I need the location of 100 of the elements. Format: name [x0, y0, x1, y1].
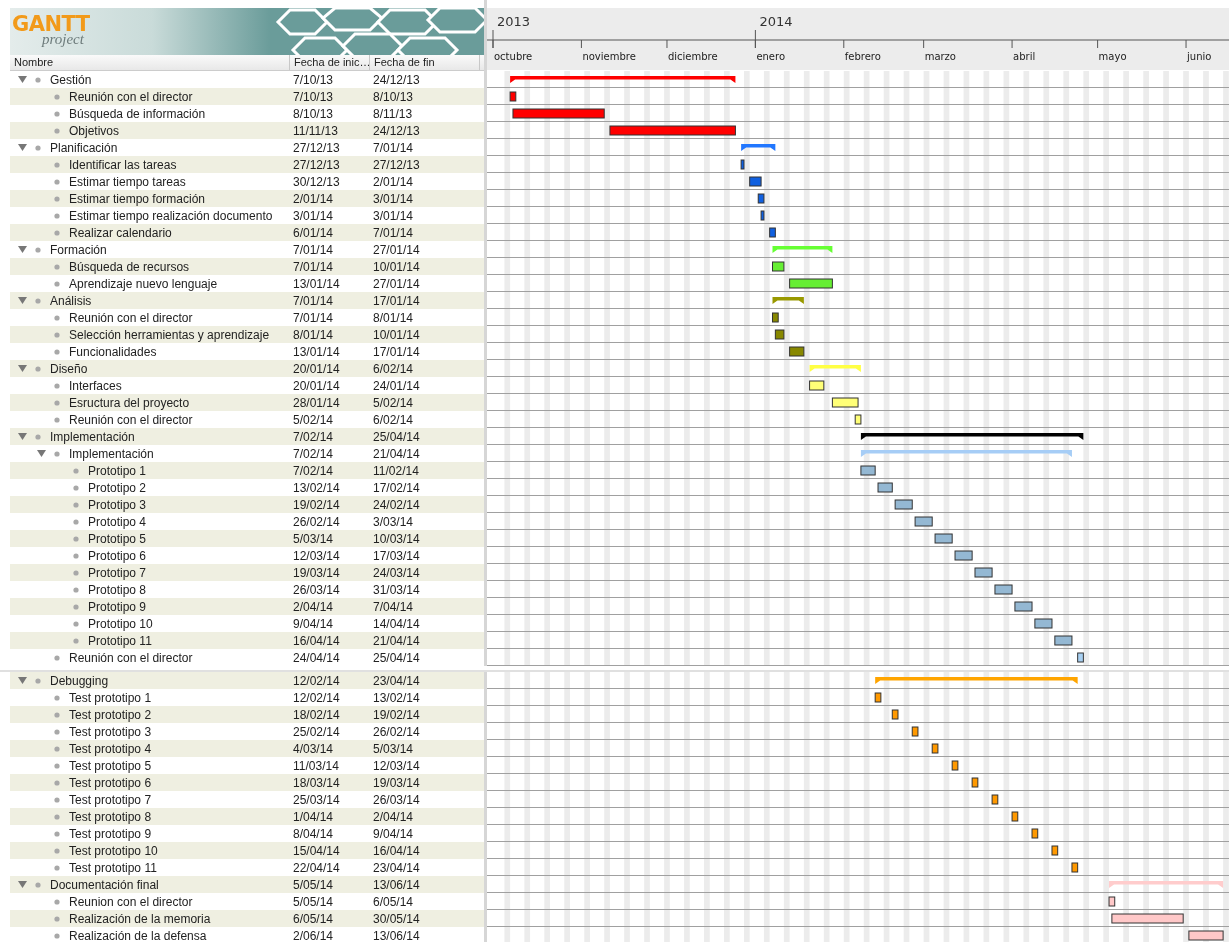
table-row[interactable]: Identificar las tareas 27/12/13 27/12/13 [10, 156, 484, 173]
task-name: Prototipo 4 [88, 514, 147, 529]
table-row[interactable]: Prototipo 7 19/03/14 24/03/14 [10, 564, 484, 581]
task-name: Prototipo 1 [88, 463, 147, 478]
task-bar[interactable] [971, 777, 979, 788]
table-row[interactable]: Test prototipo 6 18/03/14 19/03/14 [10, 774, 484, 791]
column-header[interactable]: Fecha de fin [370, 55, 480, 70]
task-name: Realización de la memoria [69, 911, 211, 926]
table-row[interactable]: Realización de la memoria 6/05/14 30/05/14 [10, 910, 484, 927]
bullet-icon [54, 280, 60, 287]
bullet-icon [54, 161, 60, 168]
task-bar[interactable] [1051, 845, 1059, 856]
table-row[interactable]: Prototipo 9 2/04/14 7/04/14 [10, 598, 484, 615]
collapse-icon[interactable] [37, 449, 46, 458]
table-row[interactable]: Test prototipo 8 1/04/14 2/04/14 [10, 808, 484, 825]
table-row[interactable]: Test prototipo 10 15/04/14 16/04/14 [10, 842, 484, 859]
task-name: Prototipo 8 [88, 582, 147, 597]
task-name: Documentación final [50, 877, 159, 892]
start-date: 12/02/14 [293, 673, 340, 688]
collapse-icon[interactable] [18, 143, 27, 152]
task-bar[interactable] [854, 414, 862, 425]
end-date: 24/12/13 [373, 72, 420, 87]
table-row[interactable]: Documentación final 5/05/14 13/06/14 [10, 876, 484, 893]
start-date: 13/01/14 [293, 276, 340, 291]
month-label: junio [1187, 51, 1212, 62]
end-date: 26/02/14 [373, 724, 420, 739]
start-date: 20/01/14 [293, 378, 340, 393]
task-bar[interactable] [1071, 862, 1079, 873]
task-bar[interactable] [757, 193, 765, 204]
task-bar[interactable] [509, 91, 517, 102]
table-row[interactable]: Reunión con el director 7/10/13 8/10/13 [10, 88, 484, 105]
task-bar[interactable] [774, 329, 785, 340]
table-row[interactable]: Estimar tiempo formación 2/01/14 3/01/14 [10, 190, 484, 207]
collapse-icon[interactable] [18, 880, 27, 889]
task-bar[interactable] [772, 261, 785, 272]
start-date: 30/12/13 [293, 174, 340, 189]
start-date: 15/04/14 [293, 843, 340, 858]
task-bar[interactable] [740, 159, 745, 170]
start-date: 11/11/13 [293, 123, 338, 138]
table-row[interactable]: Búsqueda de recursos 7/01/14 10/01/14 [10, 258, 484, 275]
start-date: 26/03/14 [293, 582, 340, 597]
task-bar[interactable] [1108, 896, 1116, 907]
summary-bar[interactable] [860, 433, 1084, 440]
collapse-icon[interactable] [18, 75, 27, 84]
task-bar[interactable] [831, 397, 859, 408]
start-date: 2/01/14 [293, 191, 334, 206]
table-row[interactable]: Test prototipo 4 4/03/14 5/03/14 [10, 740, 484, 757]
table-row[interactable]: Realizar calendario 6/01/14 7/01/14 [10, 224, 484, 241]
end-date: 30/05/14 [373, 911, 420, 926]
table-row[interactable]: Prototipo 5 5/03/14 10/03/14 [10, 530, 484, 547]
task-bar[interactable] [760, 210, 765, 221]
table-row[interactable]: Prototipo 11 16/04/14 21/04/14 [10, 632, 484, 649]
task-bar[interactable] [874, 692, 882, 703]
table-row[interactable]: Análisis 7/01/14 17/01/14 [10, 292, 484, 309]
task-bar[interactable] [789, 346, 805, 357]
task-bar[interactable] [911, 726, 919, 737]
task-bar[interactable] [772, 312, 779, 323]
collapse-icon[interactable] [18, 364, 27, 373]
task-bar[interactable] [951, 760, 959, 771]
table-row[interactable]: Esructura del proyecto 28/01/14 5/02/14 [10, 394, 484, 411]
collapse-icon[interactable] [18, 676, 27, 685]
table-row[interactable]: Test prototipo 2 18/02/14 19/02/14 [10, 706, 484, 723]
bullet-icon [54, 399, 60, 406]
end-date: 6/02/14 [373, 361, 414, 376]
task-bar[interactable] [891, 709, 899, 720]
task-name: Prototipo 2 [88, 480, 147, 495]
table-row[interactable]: Selección herramientas y aprendizaje 8/01/14 10/01/14 [10, 326, 484, 343]
bullet-icon [54, 348, 60, 355]
collapse-icon[interactable] [18, 432, 27, 441]
task-bar[interactable] [789, 278, 833, 289]
end-date: 7/04/14 [373, 599, 414, 614]
task-bar[interactable] [931, 743, 939, 754]
table-row[interactable]: Diseño 20/01/14 6/02/14 [10, 360, 484, 377]
collapse-icon[interactable] [18, 245, 27, 254]
bullet-icon [35, 365, 41, 372]
task-name: Test prototipo 10 [69, 843, 158, 858]
table-row[interactable]: Debugging 12/02/14 23/04/14 [10, 672, 484, 689]
end-date: 10/03/14 [373, 531, 420, 546]
start-date: 16/04/14 [293, 633, 340, 648]
task-bar[interactable] [991, 794, 999, 805]
start-date: 26/02/14 [293, 514, 340, 529]
table-row[interactable]: Prototipo 1 7/02/14 11/02/14 [10, 462, 484, 479]
table-row[interactable]: Prototipo 3 19/02/14 24/02/14 [10, 496, 484, 513]
task-bar[interactable] [1077, 652, 1084, 663]
task-bar[interactable] [809, 380, 825, 391]
column-header[interactable]: Nombre [10, 55, 290, 70]
start-date: 7/01/14 [293, 310, 334, 325]
bullet-icon [54, 195, 60, 202]
task-name: Test prototipo 7 [69, 792, 152, 807]
start-date: 8/04/14 [293, 826, 334, 841]
task-bar[interactable] [1031, 828, 1039, 839]
start-date: 13/01/14 [293, 344, 340, 359]
start-date: 6/01/14 [293, 225, 334, 240]
start-date: 1/04/14 [293, 809, 334, 824]
column-header[interactable]: Fecha de inic… [290, 55, 370, 70]
collapse-icon[interactable] [18, 296, 27, 305]
task-bar[interactable] [1011, 811, 1019, 822]
task-name: Implementación [50, 429, 135, 444]
table-row[interactable]: Implementación 7/02/14 25/04/14 [10, 428, 484, 445]
table-row[interactable]: Objetivos 11/11/13 24/12/13 [10, 122, 484, 139]
